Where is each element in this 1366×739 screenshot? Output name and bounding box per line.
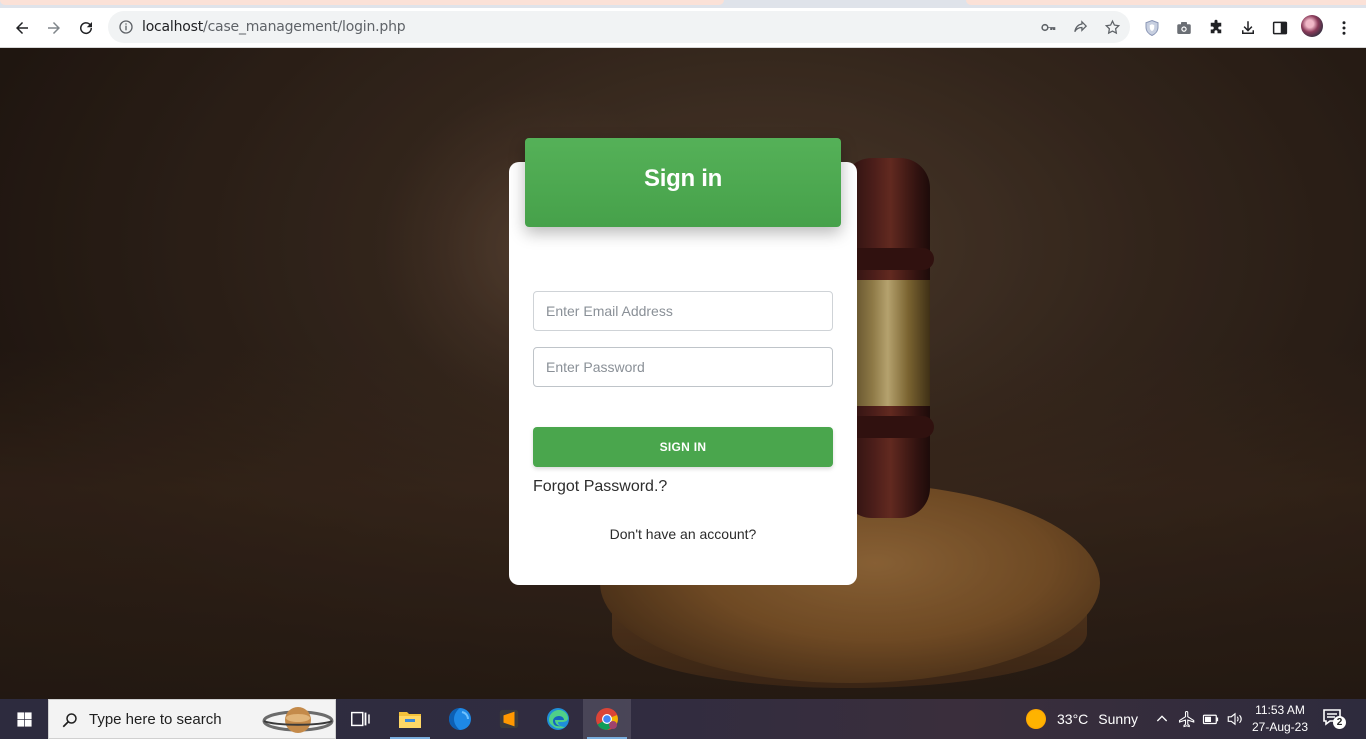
puzzle-extensions-icon[interactable] [1206, 18, 1226, 38]
url-host: localhost [142, 19, 204, 35]
site-info-icon[interactable] [118, 19, 134, 35]
clock-date: 27-Aug-23 [1251, 720, 1309, 734]
tab-right[interactable] [966, 0, 1366, 5]
signup-prompt[interactable]: Don't have an account? [509, 526, 857, 542]
sign-in-button[interactable]: SIGN IN [533, 427, 833, 467]
kebab-menu-icon[interactable] [1334, 18, 1354, 38]
back-icon[interactable] [8, 14, 36, 42]
sublime-text-icon[interactable] [485, 699, 533, 739]
airplane-mode-icon[interactable] [1178, 710, 1196, 728]
weather-widget[interactable]: 33°C Sunny [1026, 699, 1138, 739]
weather-temp: 33°C [1057, 711, 1089, 727]
sun-icon [1026, 709, 1046, 729]
notification-count-badge: 2 [1333, 716, 1346, 729]
chrome-icon[interactable] [583, 699, 631, 739]
clock-time: 11:53 AM [1255, 703, 1305, 717]
weather-desc: Sunny [1098, 711, 1138, 727]
address-bar[interactable]: localhost/case_management/login.php [108, 11, 1130, 43]
saturn-highlight-icon [262, 707, 334, 733]
file-explorer-icon[interactable] [386, 699, 434, 739]
forgot-password-link[interactable]: Forgot Password.? [533, 478, 667, 496]
system-tray [1154, 699, 1244, 739]
notification-center-icon[interactable]: 2 [1322, 708, 1346, 730]
email-field[interactable] [533, 291, 833, 331]
password-field[interactable] [533, 347, 833, 387]
camera-extension-icon[interactable] [1174, 18, 1194, 38]
profile-avatar[interactable] [1301, 15, 1323, 37]
forward-icon[interactable] [40, 14, 68, 42]
taskbar-search-box[interactable]: Type here to search [48, 699, 336, 739]
key-icon[interactable] [1038, 17, 1058, 37]
browser-toolbar: localhost/case_management/login.php [0, 8, 1366, 48]
tab-left[interactable] [0, 0, 724, 5]
taskbar-clock[interactable]: 11:53 AM 27-Aug-23 [1244, 702, 1316, 736]
reload-icon[interactable] [72, 14, 100, 42]
page-title: Sign in [644, 164, 722, 192]
bookmark-star-icon[interactable] [1102, 17, 1122, 37]
taskbar: Type here to search 33°C Sunny 11:53 AM … [0, 699, 1366, 739]
side-panel-icon[interactable] [1270, 18, 1290, 38]
url-path: /case_management/login.php [203, 19, 406, 35]
battery-icon[interactable] [1202, 710, 1220, 728]
volume-icon[interactable] [1226, 710, 1244, 728]
login-card-header: Sign in [525, 138, 841, 227]
share-icon[interactable] [1070, 17, 1090, 37]
tab-strip [0, 0, 1366, 8]
edge-icon[interactable] [534, 699, 582, 739]
tray-chevron-up-icon[interactable] [1154, 711, 1170, 727]
shield-extension-icon[interactable] [1142, 18, 1162, 38]
download-icon[interactable] [1238, 18, 1258, 38]
task-view-icon[interactable] [336, 699, 384, 739]
taskbar-search-placeholder: Type here to search [89, 711, 222, 728]
windows-start-icon[interactable] [0, 699, 48, 739]
url-text[interactable]: localhost/case_management/login.php [142, 19, 406, 35]
search-icon [62, 713, 77, 728]
blue-app-icon[interactable] [436, 699, 484, 739]
